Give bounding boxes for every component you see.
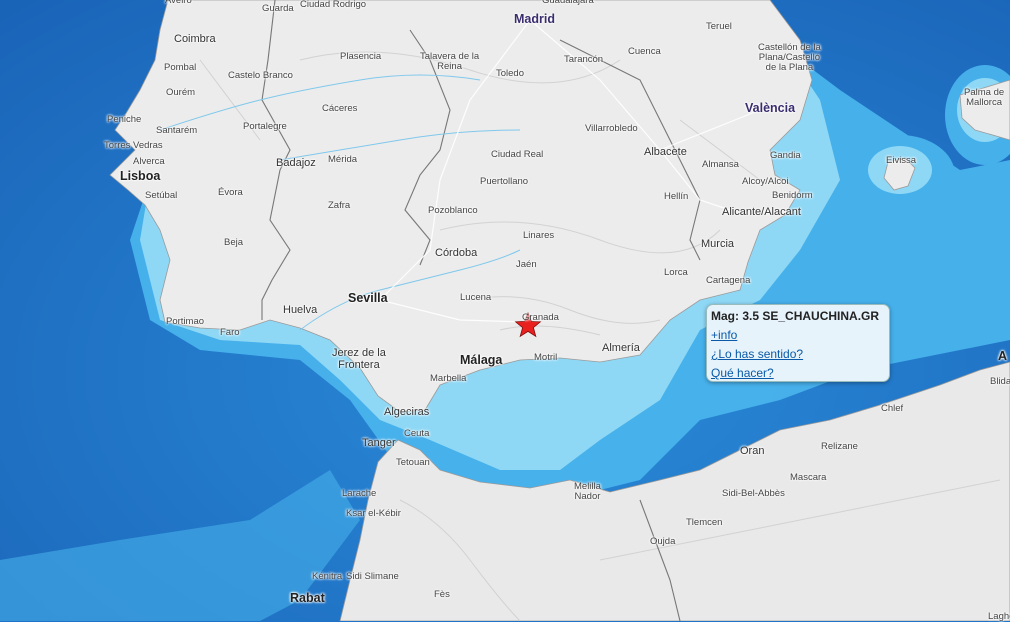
place-label-cuenca: Cuenca bbox=[628, 46, 661, 57]
place-label-zafra: Zafra bbox=[328, 200, 351, 211]
place-label-guarda: Guarda bbox=[262, 3, 294, 14]
popup-title: Mag: 3.5 SE_CHAUCHINA.GR bbox=[711, 309, 880, 323]
place-label-palma: Palma de Mallorca bbox=[964, 87, 1005, 108]
place-label-larache: Larache bbox=[342, 488, 377, 499]
place-label-pozoblanco: Pozoblanco bbox=[428, 205, 478, 216]
place-label-melilla: Melilla Nador bbox=[574, 481, 601, 502]
place-label-marbella: Marbella bbox=[430, 373, 467, 384]
place-label-puertollano: Puertollano bbox=[480, 176, 529, 187]
place-label-algeciras: Algeciras bbox=[384, 406, 430, 418]
place-label-malaga: Málaga bbox=[460, 353, 503, 367]
place-label-oran: Oran bbox=[740, 445, 765, 457]
place-label-santarem: Santarém bbox=[156, 125, 198, 136]
place-label-sidi-slimane: Sidi Slimane bbox=[346, 571, 399, 582]
place-label-cordoba: Córdoba bbox=[435, 247, 478, 259]
place-label-almansa: Almansa bbox=[702, 159, 739, 170]
place-label-setubal: Setúbal bbox=[145, 190, 178, 201]
place-label-guadalajara: Guadalajara bbox=[542, 0, 594, 6]
place-label-ksar: Ksar el-Kébir bbox=[346, 508, 401, 519]
place-label-hellin: Hellín bbox=[664, 191, 689, 202]
place-label-ceuta: Ceuta bbox=[404, 428, 430, 439]
place-label-talavera: Talavera de la Reina bbox=[420, 51, 480, 72]
place-label-castellon: Castellón de la Plana/Castelló de la Pla… bbox=[758, 42, 821, 73]
place-label-tanger: Tanger bbox=[362, 437, 396, 449]
place-label-fes: Fès bbox=[434, 589, 450, 600]
place-label-eivissa: Eivissa bbox=[886, 155, 917, 166]
place-label-plasencia: Plasencia bbox=[340, 51, 382, 62]
place-label-relizane: Relizane bbox=[821, 441, 858, 452]
place-label-ourem: Ourém bbox=[166, 87, 196, 98]
place-label-evora: Évora bbox=[218, 187, 243, 198]
earthquake-popup: Mag: 3.5 SE_CHAUCHINA.GR +info ¿Lo has s… bbox=[706, 304, 890, 382]
place-label-lucena: Lucena bbox=[460, 292, 492, 303]
place-label-ciudad-rodrigo: Ciudad Rodrigo bbox=[300, 0, 367, 10]
felt-it-link[interactable]: ¿Lo has sentido? bbox=[711, 347, 803, 361]
place-label-linares: Linares bbox=[523, 230, 555, 241]
place-label-villarrobledo: Villarrobledo bbox=[585, 123, 638, 134]
place-label-oujda: Oujda bbox=[650, 536, 676, 547]
place-label-sidi-bel-abbes: Sidi-Bel-Abbès bbox=[722, 488, 785, 499]
place-label-rabat: Rabat bbox=[290, 591, 325, 605]
place-label-jerez: Jerez de la Frontera bbox=[332, 347, 386, 371]
what-to-do-link[interactable]: Qué hacer? bbox=[711, 366, 774, 380]
place-label-beja: Beja bbox=[224, 237, 244, 248]
place-label-benidorm: Benidorm bbox=[772, 190, 813, 201]
place-label-gandia: Gandia bbox=[770, 150, 801, 161]
place-label-tlemcen: Tlemcen bbox=[686, 517, 723, 528]
place-label-castelo-branco: Castelo Branco bbox=[228, 70, 293, 81]
place-label-torres-vedras: Torres Vedras bbox=[104, 140, 163, 151]
place-label-argel: A bbox=[998, 349, 1008, 363]
place-label-pombal: Pombal bbox=[164, 62, 197, 73]
place-label-valencia: València bbox=[745, 101, 796, 115]
place-label-lisboa: Lisboa bbox=[120, 169, 161, 183]
place-label-coimbra: Coimbra bbox=[174, 33, 216, 45]
place-label-lorca: Lorca bbox=[664, 267, 688, 278]
place-label-teruel: Teruel bbox=[706, 21, 732, 32]
place-label-huelva: Huelva bbox=[283, 304, 318, 316]
place-label-chlef: Chlef bbox=[881, 403, 904, 414]
place-label-sevilla: Sevilla bbox=[348, 291, 388, 305]
place-label-caceres: Cáceres bbox=[322, 103, 358, 114]
place-label-mascara: Mascara bbox=[790, 472, 827, 483]
place-label-portalegre: Portalegre bbox=[243, 121, 287, 132]
place-label-motril: Motril bbox=[534, 352, 558, 363]
place-label-cartagena: Cartagena bbox=[706, 275, 751, 286]
place-label-ciudad-real: Ciudad Real bbox=[491, 149, 544, 160]
place-label-murcia: Murcia bbox=[701, 238, 735, 250]
place-label-laghouat: Laghou bbox=[988, 611, 1010, 622]
place-label-alverca: Alverca bbox=[133, 156, 165, 167]
place-label-peniche: Peniche bbox=[107, 114, 142, 125]
place-label-toledo: Toledo bbox=[496, 68, 524, 79]
place-label-kenitra: Kénitra bbox=[312, 571, 343, 582]
place-label-merida: Mérida bbox=[328, 154, 358, 165]
place-label-alicante: Alicante/Alacant bbox=[722, 206, 801, 218]
place-label-tarancon: Tarancón bbox=[564, 54, 604, 65]
place-label-aveiro: Aveiro bbox=[165, 0, 192, 6]
place-label-tetouan: Tetouan bbox=[396, 457, 430, 468]
place-label-portimao: Portimao bbox=[166, 316, 205, 327]
place-label-almeria: Almería bbox=[602, 342, 640, 354]
place-label-madrid: Madrid bbox=[514, 12, 555, 26]
place-label-jaen: Jaén bbox=[516, 259, 537, 270]
place-label-blida: Blida bbox=[990, 376, 1010, 387]
place-label-badajoz: Badajoz bbox=[276, 157, 316, 169]
place-label-alcoy: Alcoy/Alcoi bbox=[742, 176, 789, 187]
more-info-link[interactable]: +info bbox=[711, 328, 737, 342]
place-label-faro: Faro bbox=[220, 327, 240, 338]
place-label-granada: Granada bbox=[522, 312, 559, 323]
place-label-albacete: Albacete bbox=[644, 146, 687, 158]
